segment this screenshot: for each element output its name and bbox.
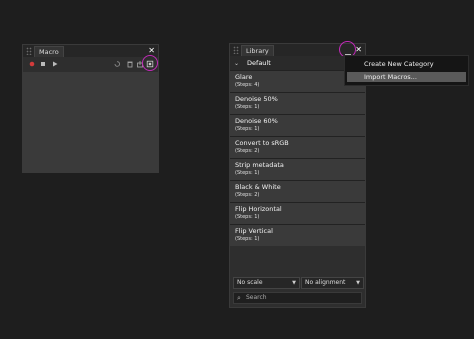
scale-select[interactable]: No scale ▼ (233, 277, 300, 289)
dropdown-arrow-icon: ▼ (356, 280, 360, 286)
macro-name: Flip Horizontal (235, 205, 282, 213)
macro-item[interactable]: Strip metadata (Steps: 1) (230, 158, 365, 180)
chevron-down-icon[interactable]: ⌄ (234, 60, 239, 67)
macro-steps: (Steps: 1) (235, 104, 260, 110)
macro-item[interactable]: Denoise 60% (Steps: 1) (230, 114, 365, 136)
library-context-menu: Create New Category Import Macros... (344, 55, 469, 86)
macro-name: Strip metadata (235, 161, 284, 169)
macro-item[interactable]: Flip Vertical (Steps: 1) (230, 224, 365, 246)
macro-name: Denoise 50% (235, 95, 278, 103)
undo-icon[interactable] (113, 60, 121, 68)
trash-icon[interactable] (126, 60, 134, 68)
category-label: Default (247, 59, 271, 67)
macro-steps: (Steps: 1) (235, 170, 260, 176)
macro-name: Denoise 60% (235, 117, 278, 125)
macro-steps: (Steps: 1) (235, 236, 260, 242)
search-input[interactable]: ⌕ Search (233, 292, 362, 304)
tab-library[interactable]: Library (241, 44, 274, 56)
macro-item[interactable]: Convert to sRGB (Steps: 2) (230, 136, 365, 158)
library-list: ⌄ Default Glare (Steps: 4) Denoise 50% (Ste… (230, 56, 365, 307)
macro-steps: (Steps: 2) (235, 192, 260, 198)
library-footer: No scale ▼ No alignment ▼ ⌕ Search (230, 273, 365, 307)
macro-steps: (Steps: 1) (235, 126, 260, 132)
macro-toolbar (23, 55, 158, 72)
drag-grip-icon[interactable] (26, 47, 32, 55)
menu-item-create-category[interactable]: Create New Category (347, 59, 466, 69)
macro-name: Black & White (235, 183, 281, 191)
alignment-select-value: No alignment (305, 279, 346, 286)
macro-steps: (Steps: 2) (235, 148, 260, 154)
highlight-ring (142, 55, 158, 71)
alignment-select[interactable]: No alignment ▼ (301, 277, 364, 289)
dropdown-arrow-icon: ▼ (292, 280, 296, 286)
macro-steps-area (23, 55, 158, 172)
stop-icon[interactable] (39, 60, 47, 68)
macro-steps: (Steps: 1) (235, 214, 260, 220)
macro-list: Glare (Steps: 4) Denoise 50% (Steps: 1) Deno… (230, 70, 365, 246)
tab-macro[interactable]: Macro (34, 45, 64, 57)
macro-item[interactable]: Denoise 50% (Steps: 1) (230, 92, 365, 114)
menu-item-import-macros[interactable]: Import Macros... (347, 72, 466, 82)
macro-name: Flip Vertical (235, 227, 273, 235)
macro-panel: Macro ✕ (22, 44, 159, 173)
search-placeholder: Search (246, 294, 267, 301)
play-icon[interactable] (51, 60, 59, 68)
search-icon: ⌕ (237, 294, 241, 302)
macro-name: Convert to sRGB (235, 139, 289, 147)
macro-panel-header: Macro ✕ (23, 45, 158, 57)
macro-item[interactable]: Flip Horizontal (Steps: 1) (230, 202, 365, 224)
drag-grip-icon[interactable] (233, 46, 239, 54)
macro-item[interactable]: Black & White (Steps: 2) (230, 180, 365, 202)
record-icon[interactable] (28, 60, 36, 68)
scale-select-value: No scale (237, 279, 263, 286)
